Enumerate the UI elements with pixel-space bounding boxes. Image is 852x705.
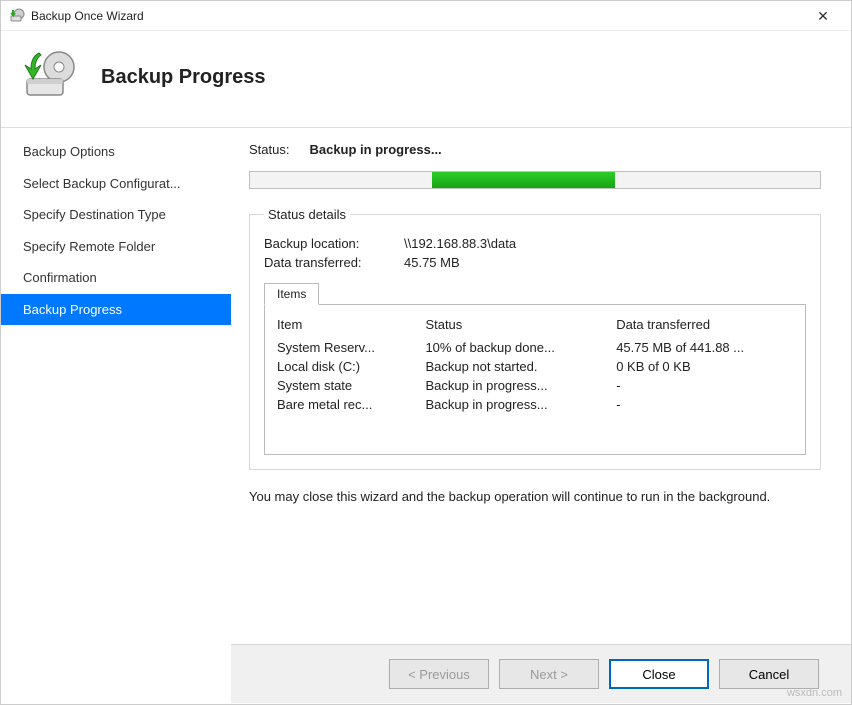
backup-location-label: Backup location: <box>264 236 404 251</box>
app-icon <box>9 8 25 24</box>
cell-transferred: - <box>610 395 799 414</box>
sidebar-step-backup-progress[interactable]: Backup Progress <box>1 294 231 326</box>
cell-item: Local disk (C:) <box>271 357 419 376</box>
main-panel: Status: Backup in progress... Status det… <box>231 128 851 703</box>
col-status[interactable]: Status <box>419 313 610 338</box>
content-area: Backup Options Select Backup Configurat.… <box>1 128 851 703</box>
details-tabs: Items Item Status Data transferred <box>264 282 806 455</box>
tab-items[interactable]: Items <box>264 283 319 305</box>
status-line: Status: Backup in progress... <box>249 142 821 157</box>
data-transferred-label: Data transferred: <box>264 255 404 270</box>
sidebar-step-backup-options[interactable]: Backup Options <box>1 136 231 168</box>
table-header-row: Item Status Data transferred <box>271 313 799 338</box>
status-value: Backup in progress... <box>309 142 441 157</box>
next-button: Next > <box>499 659 599 689</box>
wizard-header: Backup Progress <box>1 31 851 128</box>
sidebar-step-confirmation[interactable]: Confirmation <box>1 262 231 294</box>
cell-transferred: 45.75 MB of 441.88 ... <box>610 338 799 357</box>
status-details-legend: Status details <box>264 207 350 222</box>
cancel-button[interactable]: Cancel <box>719 659 819 689</box>
sidebar-step-select-backup-config[interactable]: Select Backup Configurat... <box>1 168 231 200</box>
backup-location-row: Backup location: \\192.168.88.3\data <box>264 236 806 251</box>
cell-status: Backup not started. <box>419 357 610 376</box>
cell-transferred: 0 KB of 0 KB <box>610 357 799 376</box>
items-table-container: Item Status Data transferred System Rese… <box>264 304 806 455</box>
button-row: < Previous Next > Close Cancel <box>231 644 851 703</box>
close-icon[interactable]: ✕ <box>803 1 843 31</box>
sidebar-step-specify-destination-type[interactable]: Specify Destination Type <box>1 199 231 231</box>
items-table: Item Status Data transferred System Rese… <box>271 313 799 414</box>
status-details-group: Status details Backup location: \\192.16… <box>249 207 821 470</box>
page-heading: Backup Progress <box>101 66 266 89</box>
cell-transferred: - <box>610 376 799 395</box>
col-item[interactable]: Item <box>271 313 419 338</box>
watermark: wsxdn.com <box>787 687 842 699</box>
data-transferred-row: Data transferred: 45.75 MB <box>264 255 806 270</box>
window-title: Backup Once Wizard <box>31 9 803 23</box>
cell-status: 10% of backup done... <box>419 338 610 357</box>
progress-fill <box>432 172 614 188</box>
progress-bar <box>249 171 821 189</box>
footer-note: You may close this wizard and the backup… <box>249 488 821 506</box>
status-label: Status: <box>249 142 289 157</box>
cell-item: System state <box>271 376 419 395</box>
wizard-steps-sidebar: Backup Options Select Backup Configurat.… <box>1 128 231 703</box>
backup-location-value: \\192.168.88.3\data <box>404 236 516 251</box>
titlebar: Backup Once Wizard ✕ <box>1 1 851 31</box>
close-button[interactable]: Close <box>609 659 709 689</box>
cell-status: Backup in progress... <box>419 395 610 414</box>
cell-status: Backup in progress... <box>419 376 610 395</box>
previous-button: < Previous <box>389 659 489 689</box>
table-row[interactable]: System state Backup in progress... - <box>271 376 799 395</box>
sidebar-step-specify-remote-folder[interactable]: Specify Remote Folder <box>1 231 231 263</box>
table-row[interactable]: System Reserv... 10% of backup done... 4… <box>271 338 799 357</box>
cell-item: Bare metal rec... <box>271 395 419 414</box>
table-row[interactable]: Bare metal rec... Backup in progress... … <box>271 395 799 414</box>
table-row[interactable]: Local disk (C:) Backup not started. 0 KB… <box>271 357 799 376</box>
cell-item: System Reserv... <box>271 338 419 357</box>
backup-icon <box>21 49 77 105</box>
data-transferred-value: 45.75 MB <box>404 255 460 270</box>
col-data-transferred[interactable]: Data transferred <box>610 313 799 338</box>
